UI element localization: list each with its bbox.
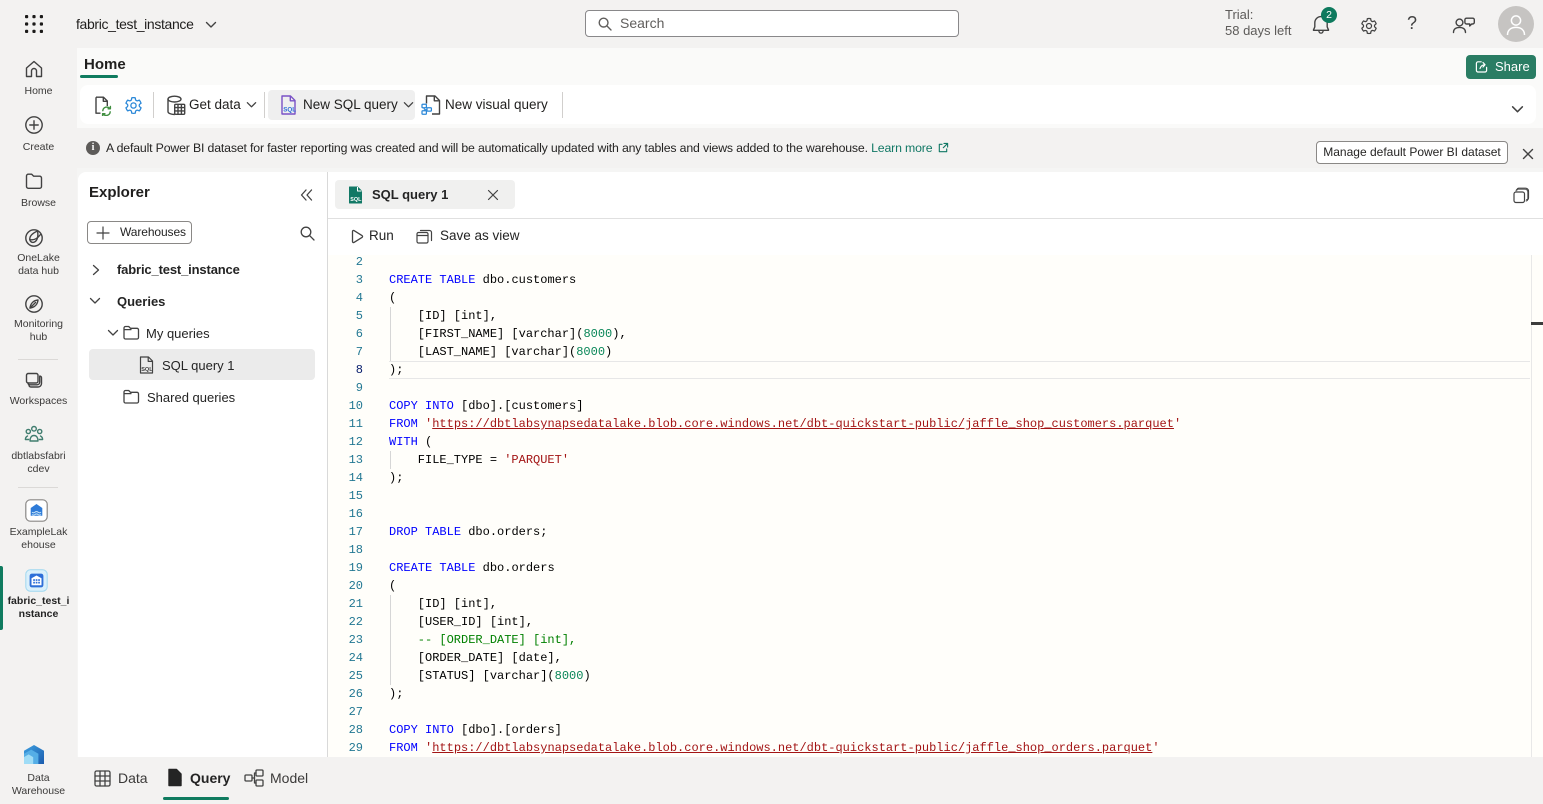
svg-text:SQL: SQL [350, 197, 362, 203]
svg-text:SQL: SQL [283, 107, 296, 114]
svg-text:SQL: SQL [141, 367, 153, 373]
